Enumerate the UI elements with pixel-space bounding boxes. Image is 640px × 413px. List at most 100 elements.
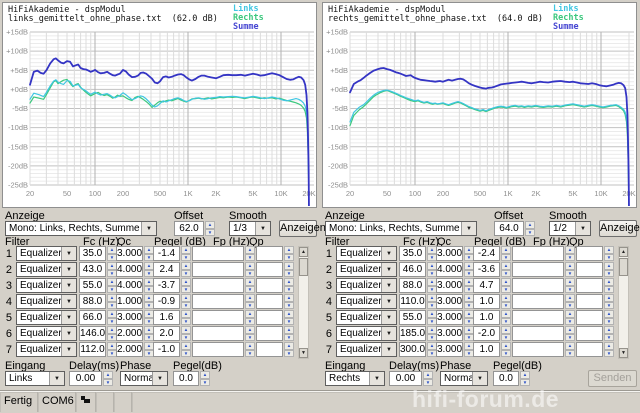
- fp-input-value[interactable]: [192, 310, 244, 325]
- spin-down-icon[interactable]: ▼: [525, 229, 535, 237]
- pegel-db-input-value[interactable]: 1.0: [473, 342, 500, 357]
- spin-up-icon[interactable]: ▲: [205, 221, 215, 229]
- pegel-db-input-value[interactable]: -1.4: [153, 246, 180, 261]
- spin-up-icon[interactable]: ▲: [604, 278, 614, 286]
- qp-input-value[interactable]: [256, 310, 283, 325]
- fc-input-value[interactable]: 46.0: [399, 262, 426, 277]
- pegel-db-input-value[interactable]: 2.0: [153, 326, 180, 341]
- spin-up-icon[interactable]: ▲: [245, 294, 255, 302]
- fp-input-value[interactable]: [512, 246, 564, 261]
- spin-down-icon[interactable]: ▼: [181, 334, 191, 342]
- chevron-down-icon[interactable]: ▼: [61, 263, 76, 276]
- spin-up-icon[interactable]: ▲: [604, 310, 614, 318]
- spin-up-icon[interactable]: ▲: [181, 342, 191, 350]
- chevron-down-icon[interactable]: ▼: [255, 222, 270, 235]
- spin-down-icon[interactable]: ▼: [604, 270, 614, 278]
- spin-up-icon[interactable]: ▲: [284, 294, 294, 302]
- spin-up-icon[interactable]: ▲: [181, 326, 191, 334]
- spin-up-icon[interactable]: ▲: [604, 342, 614, 350]
- spin-down-icon[interactable]: ▼: [284, 254, 294, 262]
- spin-up-icon[interactable]: ▲: [181, 294, 191, 302]
- chevron-down-icon[interactable]: ▼: [61, 343, 76, 356]
- anzeigen-button[interactable]: Anzeigen: [599, 220, 637, 237]
- spin-up-icon[interactable]: ▲: [284, 326, 294, 334]
- pegel-value[interactable]: 0.0: [173, 371, 199, 386]
- qc-input-value[interactable]: 1.000: [116, 294, 143, 309]
- smooth-select[interactable]: 1/3 ▼: [229, 221, 271, 236]
- spin-down-icon[interactable]: ▼: [501, 302, 511, 310]
- spin-up-icon[interactable]: ▲: [565, 278, 575, 286]
- filter-type-select[interactable]: Equalizer▼: [336, 278, 397, 293]
- scroll-down-icon[interactable]: ▼: [619, 348, 628, 358]
- spin-up-icon[interactable]: ▲: [501, 246, 511, 254]
- chevron-down-icon[interactable]: ▼: [381, 263, 396, 276]
- spin-down-icon[interactable]: ▼: [604, 254, 614, 262]
- qp-input-value[interactable]: [576, 342, 603, 357]
- fp-input-value[interactable]: [512, 278, 564, 293]
- qp-input-value[interactable]: [576, 246, 603, 261]
- fc-input-value[interactable]: 88.0: [79, 294, 106, 309]
- spin-up-icon[interactable]: ▲: [200, 371, 210, 379]
- spin-up-icon[interactable]: ▲: [501, 342, 511, 350]
- spin-up-icon[interactable]: ▲: [565, 310, 575, 318]
- pegel-value[interactable]: 0.0: [493, 371, 519, 386]
- spin-down-icon[interactable]: ▼: [284, 286, 294, 294]
- filter-type-select[interactable]: Equalizer▼: [16, 278, 77, 293]
- spin-down-icon[interactable]: ▼: [245, 270, 255, 278]
- spin-down-icon[interactable]: ▼: [501, 270, 511, 278]
- fp-input-value[interactable]: [192, 342, 244, 357]
- spin-down-icon[interactable]: ▼: [565, 254, 575, 262]
- offset-value[interactable]: 64.0: [494, 221, 524, 236]
- spin-up-icon[interactable]: ▲: [245, 246, 255, 254]
- spin-up-icon[interactable]: ▲: [604, 262, 614, 270]
- chevron-down-icon[interactable]: ▼: [152, 372, 167, 385]
- filter-type-select[interactable]: Equalizer▼: [336, 262, 397, 277]
- spin-down-icon[interactable]: ▼: [565, 302, 575, 310]
- spin-up-icon[interactable]: ▲: [284, 262, 294, 270]
- spin-up-icon[interactable]: ▲: [103, 371, 113, 379]
- fc-input-value[interactable]: 185.0: [399, 326, 426, 341]
- spin-down-icon[interactable]: ▼: [284, 350, 294, 358]
- spin-down-icon[interactable]: ▼: [565, 270, 575, 278]
- anzeige-select[interactable]: Mono: Links, Rechts, Summe ▼: [5, 221, 157, 236]
- chevron-down-icon[interactable]: ▼: [49, 372, 64, 385]
- filter-type-select[interactable]: Equalizer▼: [336, 294, 397, 309]
- filter-type-select[interactable]: Equalizer▼: [336, 310, 397, 325]
- fp-input-value[interactable]: [192, 246, 244, 261]
- fc-input-value[interactable]: 88.0: [399, 278, 426, 293]
- pegel-db-input-value[interactable]: 1.0: [473, 310, 500, 325]
- spin-up-icon[interactable]: ▲: [181, 246, 191, 254]
- spin-down-icon[interactable]: ▼: [284, 334, 294, 342]
- spin-down-icon[interactable]: ▼: [181, 318, 191, 326]
- phase-select[interactable]: Normal ▼: [440, 371, 488, 386]
- spin-up-icon[interactable]: ▲: [245, 278, 255, 286]
- spin-down-icon[interactable]: ▼: [520, 379, 530, 387]
- spin-down-icon[interactable]: ▼: [501, 334, 511, 342]
- qp-input-value[interactable]: [256, 342, 283, 357]
- qc-input-value[interactable]: 4.000: [436, 262, 463, 277]
- qp-input-value[interactable]: [576, 294, 603, 309]
- eingang-select[interactable]: Rechts ▼: [325, 371, 385, 386]
- filter-type-select[interactable]: Equalizer▼: [16, 326, 77, 341]
- filter-type-select[interactable]: Equalizer▼: [16, 246, 77, 261]
- qp-input-value[interactable]: [576, 326, 603, 341]
- fp-input-value[interactable]: [512, 326, 564, 341]
- spin-down-icon[interactable]: ▼: [565, 350, 575, 358]
- fp-input-value[interactable]: [192, 262, 244, 277]
- pegel-db-input-value[interactable]: -1.0: [153, 342, 180, 357]
- spin-down-icon[interactable]: ▼: [245, 318, 255, 326]
- delay-value[interactable]: 0.00: [69, 371, 102, 386]
- filter-table-scrollbar[interactable]: ▲ ▼: [298, 246, 309, 359]
- chevron-down-icon[interactable]: ▼: [381, 279, 396, 292]
- spin-up-icon[interactable]: ▲: [501, 278, 511, 286]
- spin-down-icon[interactable]: ▼: [565, 286, 575, 294]
- spin-down-icon[interactable]: ▼: [181, 254, 191, 262]
- spin-up-icon[interactable]: ▲: [284, 342, 294, 350]
- fc-input-value[interactable]: 35.0: [399, 246, 426, 261]
- qc-input-value[interactable]: 3.000: [436, 278, 463, 293]
- spin-down-icon[interactable]: ▼: [604, 318, 614, 326]
- spin-down-icon[interactable]: ▼: [245, 302, 255, 310]
- fc-input-value[interactable]: 55.0: [399, 310, 426, 325]
- spin-up-icon[interactable]: ▲: [245, 262, 255, 270]
- qc-input-value[interactable]: 4.000: [116, 278, 143, 293]
